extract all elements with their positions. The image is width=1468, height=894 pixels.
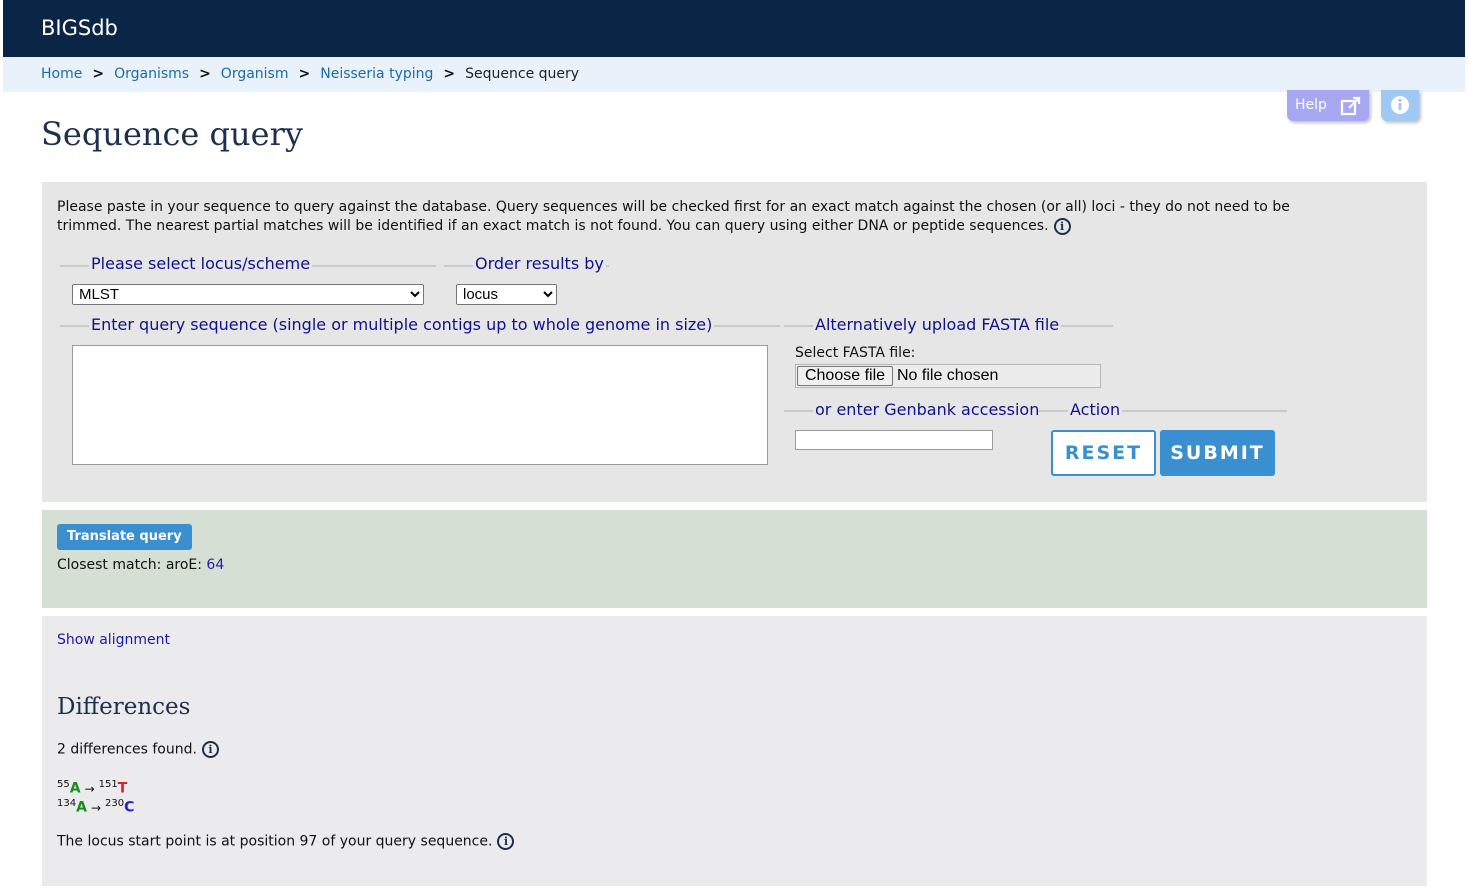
fasta-file-label: Select FASTA file: xyxy=(795,345,916,361)
query-position: 55 xyxy=(57,779,70,790)
submit-button[interactable]: SUBMIT xyxy=(1160,430,1275,476)
genbank-legend: or enter Genbank accession xyxy=(813,400,1042,419)
page-title: Sequence query xyxy=(41,115,303,153)
query-instructions: Please paste in your sequence to query a… xyxy=(57,198,1357,236)
arrow-icon: → xyxy=(84,781,95,796)
breadcrumb-separator: > xyxy=(199,66,211,82)
external-link-icon xyxy=(1340,96,1362,120)
breadcrumb-separator: > xyxy=(92,66,105,82)
genbank-accession-input[interactable] xyxy=(795,430,993,450)
breadcrumb: Home > Organisms > Organism > Neisseria typing… xyxy=(3,57,1465,92)
alignment-details-panel: Show alignment Differences 2 differences… xyxy=(42,616,1427,886)
action-legend: Action xyxy=(1068,400,1123,419)
reference-base: C xyxy=(124,799,135,816)
reference-base: T xyxy=(117,780,128,797)
order-legend: Order results by xyxy=(473,254,606,273)
breadcrumb-neisseria-typing[interactable]: Neisseria typing xyxy=(320,66,433,82)
result-panel: Translate query Closest match: aroE: 64 xyxy=(42,510,1427,608)
breadcrumb-home[interactable]: Home xyxy=(41,66,82,82)
top-header: BIGSdb xyxy=(3,0,1465,57)
differences-heading: Differences xyxy=(57,694,191,720)
upload-legend: Alternatively upload FASTA file xyxy=(813,315,1062,334)
info-toggle-button[interactable] xyxy=(1381,90,1419,121)
difference-row: 134A → 230C xyxy=(57,798,134,816)
differences-count-text: 2 differences found. xyxy=(57,741,197,758)
closest-match-label: Closest match: aroE: xyxy=(57,557,207,573)
order-select[interactable]: locus xyxy=(456,284,557,305)
no-file-text: No file chosen xyxy=(897,367,999,384)
closest-match: Closest match: aroE: 64 xyxy=(57,557,224,573)
differences-count: 2 differences found. i xyxy=(57,741,219,758)
show-alignment-link[interactable]: Show alignment xyxy=(57,632,170,648)
info-icon xyxy=(1390,95,1410,119)
query-instructions-text: Please paste in your sequence to query a… xyxy=(57,199,1290,234)
closest-match-allele-link[interactable]: 64 xyxy=(206,557,224,573)
info-circle-icon[interactable]: i xyxy=(201,741,219,758)
breadcrumb-separator: > xyxy=(443,66,456,82)
breadcrumb-organisms[interactable]: Organisms xyxy=(114,66,189,82)
reset-button[interactable]: RESET xyxy=(1051,430,1156,476)
locus-start-note: The locus start point is at position 97 … xyxy=(57,833,515,850)
query-base: A xyxy=(69,780,81,797)
reference-position: 151 xyxy=(98,779,118,790)
arrow-icon: → xyxy=(90,800,101,815)
query-base: A xyxy=(76,799,87,816)
breadcrumb-organism[interactable]: Organism xyxy=(221,66,289,82)
info-circle-icon[interactable]: i xyxy=(1053,217,1071,235)
query-form: Please paste in your sequence to query a… xyxy=(42,182,1427,502)
fasta-file-input[interactable]: Choose file No file chosen xyxy=(795,364,1101,388)
sequence-textarea[interactable] xyxy=(72,345,768,465)
breadcrumb-separator: > xyxy=(298,66,311,82)
sequence-legend: Enter query sequence (single or multiple… xyxy=(89,315,715,334)
query-position: 134 xyxy=(57,798,77,809)
choose-file-button[interactable]: Choose file xyxy=(797,366,893,386)
app-title[interactable]: BIGSdb xyxy=(41,16,118,40)
translate-query-button[interactable]: Translate query xyxy=(57,524,192,550)
locus-start-text: The locus start point is at position 97 … xyxy=(57,833,493,850)
breadcrumb-current: Sequence query xyxy=(465,66,580,82)
info-circle-icon[interactable]: i xyxy=(497,833,515,850)
difference-row: 55A → 151T xyxy=(57,779,127,797)
locus-select[interactable]: MLST xyxy=(72,284,424,305)
help-label: Help xyxy=(1295,97,1327,113)
reference-position: 230 xyxy=(105,798,125,809)
help-button[interactable]: Help xyxy=(1287,90,1369,121)
locus-legend: Please select locus/scheme xyxy=(89,254,313,273)
